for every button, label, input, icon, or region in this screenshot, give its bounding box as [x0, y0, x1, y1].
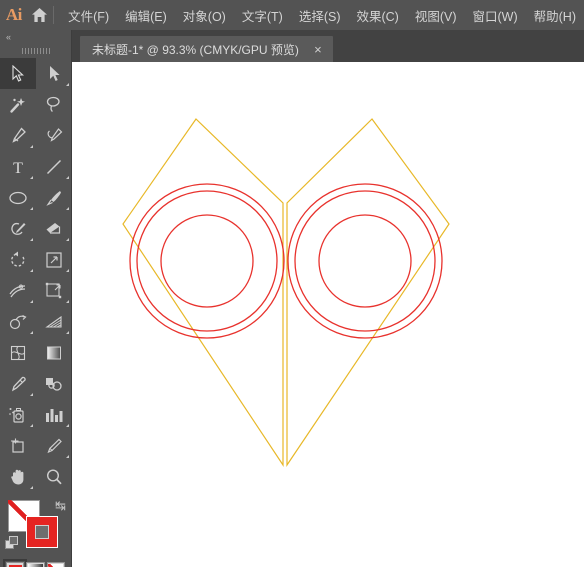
tool-flyout-indicator: [66, 300, 69, 303]
panel-drag-grip[interactable]: [0, 44, 71, 58]
right-circle-inner[interactable]: [318, 214, 412, 308]
app-logo: Ai: [5, 5, 22, 24]
svg-text:T: T: [13, 160, 23, 176]
menu-type[interactable]: 文字(T): [234, 0, 291, 30]
gradient-tool[interactable]: [36, 337, 72, 368]
scale-tool[interactable]: [36, 244, 72, 275]
type-tool[interactable]: T: [0, 151, 36, 182]
menu-select[interactable]: 选择(S): [291, 0, 349, 30]
lasso-tool[interactable]: [36, 89, 72, 120]
column-graph-tool[interactable]: [36, 399, 72, 430]
close-icon[interactable]: ×: [311, 43, 325, 56]
menu-object[interactable]: 对象(O): [175, 0, 234, 30]
tool-flyout-indicator: [30, 486, 33, 489]
menu-window[interactable]: 窗口(W): [465, 0, 526, 30]
left-circles: [129, 183, 285, 339]
ellipse-tool[interactable]: [0, 182, 36, 213]
curvature-tool[interactable]: [36, 120, 72, 151]
line-segment-tool[interactable]: [36, 151, 72, 182]
tool-flyout-indicator: [66, 83, 69, 86]
right-circle-middle[interactable]: [294, 190, 436, 332]
none-mode-button[interactable]: [46, 562, 65, 567]
rotate-tool[interactable]: [0, 244, 36, 275]
default-stroke-box: [9, 536, 18, 545]
color-mode-button[interactable]: [2, 559, 28, 567]
artboard-tool[interactable]: [0, 430, 36, 461]
blend-tool[interactable]: [36, 368, 72, 399]
left-circle-inner[interactable]: [160, 214, 254, 308]
tool-flyout-indicator: [66, 269, 69, 272]
shaper-tool[interactable]: [0, 213, 36, 244]
menu-effect[interactable]: 效果(C): [348, 0, 406, 30]
tool-flyout-indicator: [30, 300, 33, 303]
free-transform-tool[interactable]: [36, 275, 72, 306]
pen-tool[interactable]: [0, 120, 36, 151]
fill-stroke-controls: ↹: [0, 496, 72, 558]
hand-tool[interactable]: [0, 461, 36, 492]
stroke-swatch-center: [35, 525, 49, 539]
gradient-mode-button[interactable]: [26, 562, 45, 567]
tool-flyout-indicator: [30, 238, 33, 241]
default-fill-stroke-icon[interactable]: [5, 536, 19, 550]
right-circle-outer[interactable]: [287, 183, 443, 339]
document-tab[interactable]: 未标题-1* @ 93.3% (CMYK/GPU 预览) ×: [80, 36, 333, 62]
tool-flyout-indicator: [30, 424, 33, 427]
right-kite[interactable]: [286, 118, 450, 467]
symbol-sprayer-tool[interactable]: [0, 399, 36, 430]
tool-flyout-indicator: [66, 424, 69, 427]
tool-flyout-indicator: [66, 331, 69, 334]
stroke-swatch[interactable]: [26, 516, 58, 548]
menu-bar: Ai 文件(F) 编辑(E) 对象(O) 文字(T) 选择(S) 效果(C) 视…: [0, 0, 584, 30]
illustrator-window: Ai 文件(F) 编辑(E) 对象(O) 文字(T) 选择(S) 效果(C) 视…: [0, 0, 584, 567]
menu-file[interactable]: 文件(F): [60, 0, 117, 30]
tool-flyout-indicator: [66, 207, 69, 210]
paintbrush-tool[interactable]: [36, 182, 72, 213]
tool-flyout-indicator: [30, 145, 33, 148]
width-tool[interactable]: [0, 275, 36, 306]
tool-flyout-indicator: [30, 331, 33, 334]
menu-help[interactable]: 帮助(H): [526, 0, 584, 30]
kite-shapes: [122, 118, 450, 467]
artwork-svg: [122, 118, 450, 467]
menu-view[interactable]: 视图(V): [407, 0, 465, 30]
tool-flyout-indicator: [30, 207, 33, 210]
tool-flyout-indicator: [66, 238, 69, 241]
zoom-tool[interactable]: [36, 461, 72, 492]
collapse-panel-icon[interactable]: «: [0, 30, 71, 44]
mesh-tool[interactable]: [0, 337, 36, 368]
tool-grid: T: [0, 58, 71, 492]
tool-flyout-indicator: [30, 393, 33, 396]
tools-panel: « T ↹: [0, 30, 72, 567]
left-circle-middle[interactable]: [136, 190, 278, 332]
home-icon[interactable]: [28, 0, 52, 30]
tool-flyout-indicator: [66, 176, 69, 179]
direct-selection-tool[interactable]: [36, 58, 72, 89]
menu-divider: [53, 6, 55, 24]
eraser-tool[interactable]: [36, 213, 72, 244]
menu-item-list: 文件(F) 编辑(E) 对象(O) 文字(T) 选择(S) 效果(C) 视图(V…: [60, 0, 584, 30]
tool-flyout-indicator: [66, 455, 69, 458]
left-kite[interactable]: [122, 118, 284, 467]
tool-flyout-indicator: [30, 269, 33, 272]
perspective-grid-tool[interactable]: [36, 306, 72, 337]
slice-tool[interactable]: [36, 430, 72, 461]
tool-flyout-indicator: [30, 176, 33, 179]
document-tab-title: 未标题-1* @ 93.3% (CMYK/GPU 预览): [92, 42, 299, 57]
artboard-canvas[interactable]: [72, 62, 584, 567]
eyedropper-tool[interactable]: [0, 368, 36, 399]
paint-mode-row: [0, 558, 71, 567]
document-tab-bar: 未标题-1* @ 93.3% (CMYK/GPU 预览) ×: [72, 30, 584, 62]
menu-edit[interactable]: 编辑(E): [117, 0, 175, 30]
left-circle-outer[interactable]: [129, 183, 285, 339]
swap-fill-stroke-icon[interactable]: ↹: [55, 498, 66, 514]
magic-wand-tool[interactable]: [0, 89, 36, 120]
selection-tool[interactable]: [0, 58, 36, 89]
shape-builder-tool[interactable]: [0, 306, 36, 337]
right-circles: [287, 183, 443, 339]
